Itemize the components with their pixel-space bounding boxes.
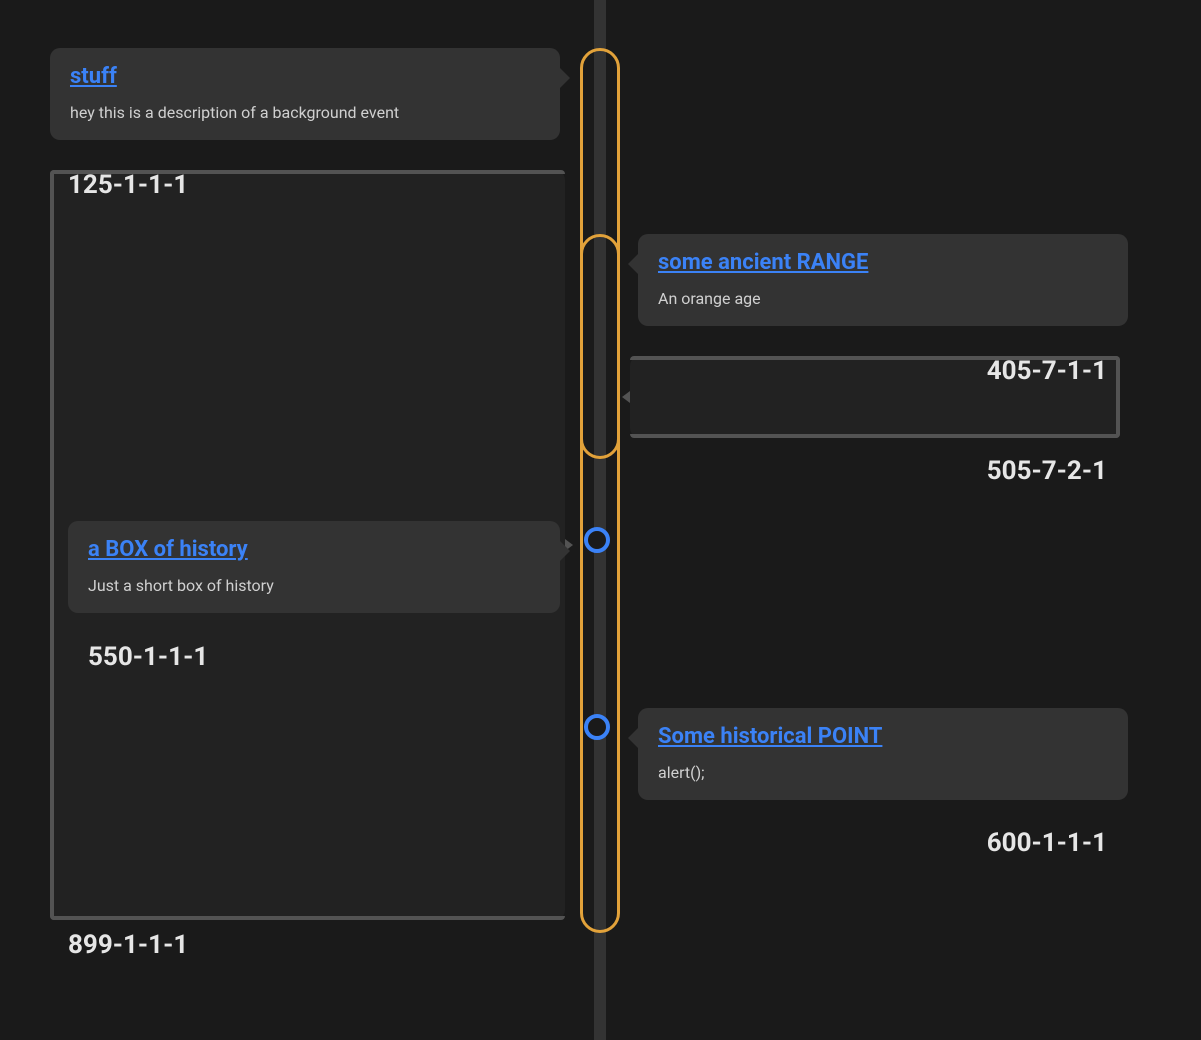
event-description: Just a short box of history <box>88 576 540 595</box>
event-description: alert(); <box>658 763 1108 782</box>
timeline-container: stuff hey this is a description of a bac… <box>0 0 1201 1040</box>
range-marker-ancient <box>580 234 620 459</box>
event-description: An orange age <box>658 289 1108 308</box>
event-description: hey this is a description of a backgroun… <box>70 103 540 122</box>
event-title-link[interactable]: stuff <box>70 64 540 89</box>
date-label: 505-7-2-1 <box>987 456 1107 486</box>
event-title-link[interactable]: Some historical POINT <box>658 724 1108 749</box>
date-label: 899-1-1-1 <box>68 930 188 960</box>
event-card-ancient-range: some ancient RANGE An orange age <box>638 234 1128 326</box>
date-label: 405-7-1-1 <box>987 356 1107 386</box>
date-label: 125-1-1-1 <box>68 170 188 200</box>
range-marker-stuff <box>580 48 620 933</box>
point-marker-historical-point <box>584 714 610 740</box>
point-marker-box-history <box>584 527 610 553</box>
date-label: 600-1-1-1 <box>987 828 1107 858</box>
event-card-historical-point: Some historical POINT alert(); <box>638 708 1128 800</box>
event-card-stuff: stuff hey this is a description of a bac… <box>50 48 560 140</box>
event-card-box-history: a BOX of history Just a short box of his… <box>68 521 560 613</box>
event-title-link[interactable]: some ancient RANGE <box>658 250 1108 275</box>
date-label: 550-1-1-1 <box>88 642 208 672</box>
event-title-link[interactable]: a BOX of history <box>88 537 540 562</box>
